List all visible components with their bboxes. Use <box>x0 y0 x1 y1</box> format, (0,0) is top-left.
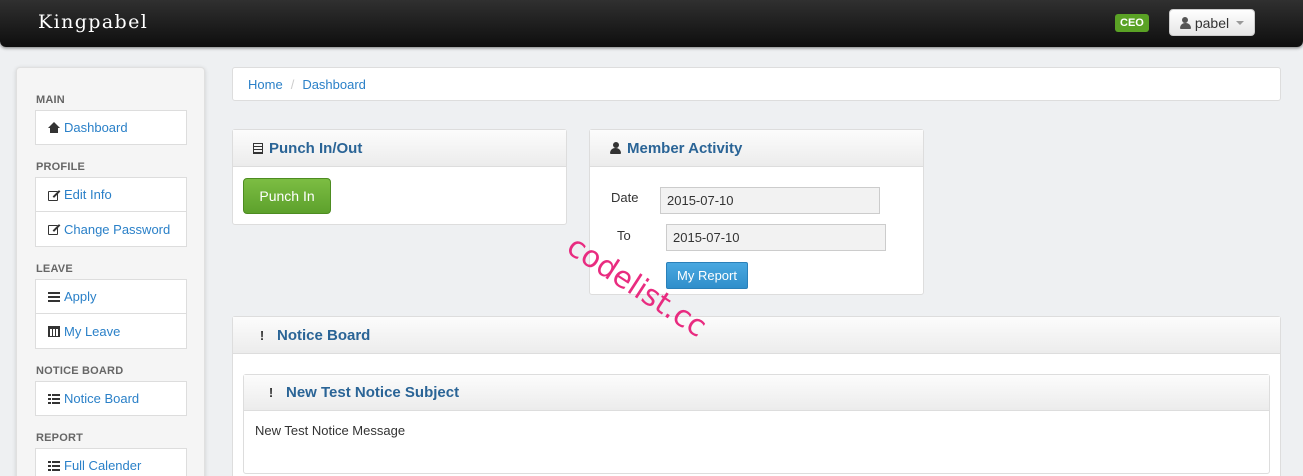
sidebar-item-label: Dashboard <box>64 120 128 135</box>
sidebar-item-label: Apply <box>64 289 97 304</box>
breadcrumb: Home / Dashboard <box>232 67 1281 101</box>
calendar-icon <box>48 325 60 337</box>
notice-subject[interactable]: New Test Notice Subject <box>286 384 459 401</box>
breadcrumb-dashboard[interactable]: Dashboard <box>302 77 366 92</box>
document-icon <box>253 142 263 154</box>
notice-board-panel: ! Notice Board ! New Test Notice Subject… <box>232 316 1281 476</box>
user-menu-button[interactable]: pabel <box>1169 9 1255 36</box>
member-activity-title: Member Activity <box>627 139 743 157</box>
date-from-input[interactable] <box>660 187 880 214</box>
user-icon <box>610 142 621 154</box>
notice-message: New Test Notice Message <box>255 423 406 438</box>
sidebar-item-my-leave[interactable]: My Leave <box>35 314 187 349</box>
list-icon <box>48 292 60 302</box>
brand-logo[interactable]: Kingpabel <box>38 11 148 33</box>
notice-item-header: ! New Test Notice Subject <box>244 375 1269 411</box>
edit-icon <box>48 189 60 201</box>
punch-panel-title: Punch In/Out <box>269 139 363 157</box>
breadcrumb-home[interactable]: Home <box>248 77 283 92</box>
date-to-input[interactable] <box>666 224 886 251</box>
sidebar-item-notice-board[interactable]: Notice Board <box>35 381 187 416</box>
user-icon <box>1179 16 1191 29</box>
sidebar-item-label: Full Calender <box>64 458 142 473</box>
sidebar-item-label: Notice Board <box>64 391 140 406</box>
notice-board-header: ! Notice Board <box>233 317 1280 354</box>
punch-in-button[interactable]: Punch In <box>243 178 331 214</box>
my-report-button[interactable]: My Report <box>666 262 748 289</box>
sidebar-item-full-calender[interactable]: Full Calender <box>35 448 187 476</box>
home-icon <box>48 121 60 134</box>
exclamation-icon: ! <box>268 385 274 400</box>
nav-header-leave: LEAVE <box>36 263 73 275</box>
to-label: To <box>617 228 631 243</box>
nav-header-report: REPORT <box>36 432 84 444</box>
notice-item: ! New Test Notice Subject New Test Notic… <box>243 374 1270 474</box>
sidebar-item-change-password[interactable]: Change Password <box>35 212 187 247</box>
sidebar-item-apply[interactable]: Apply <box>35 279 187 314</box>
sidebar-item-label: Change Password <box>64 221 171 237</box>
user-name: pabel <box>1194 14 1230 31</box>
notice-board-title: Notice Board <box>277 326 371 344</box>
sidebar-item-edit-info[interactable]: Edit Info <box>35 177 187 212</box>
edit-icon <box>48 223 60 235</box>
nav-header-main: MAIN <box>36 94 65 106</box>
sidebar-item-label: My Leave <box>64 323 121 339</box>
punch-panel-header: Punch In/Out <box>233 130 566 167</box>
sidebar-item-dashboard[interactable]: Dashboard <box>35 110 187 145</box>
breadcrumb-separator: / <box>290 76 295 92</box>
member-activity-header: Member Activity <box>590 130 923 167</box>
date-label: Date <box>611 190 639 205</box>
exclamation-icon: ! <box>259 327 265 343</box>
caret-down-icon <box>1236 20 1245 25</box>
punch-panel: Punch In/Out Punch In <box>232 129 567 225</box>
top-navbar: Kingpabel CEO pabel <box>0 0 1303 47</box>
list-bullets-icon <box>48 394 60 404</box>
nav-header-profile: PROFILE <box>36 161 86 173</box>
sidebar-item-label: Edit Info <box>64 187 112 202</box>
role-badge: CEO <box>1115 14 1149 32</box>
nav-header-notice-board: NOTICE BOARD <box>36 365 124 377</box>
list-bullets-icon <box>48 461 60 471</box>
